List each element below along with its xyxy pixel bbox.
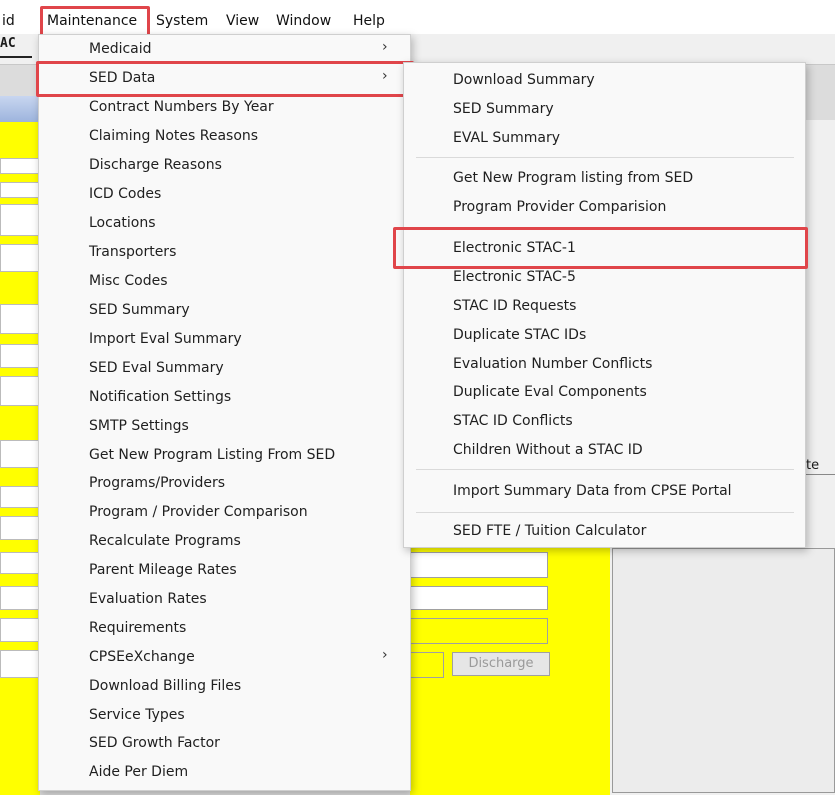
sed-data-menu-item[interactable]: Electronic STAC-1: [453, 235, 576, 261]
form-field[interactable]: [0, 158, 40, 174]
grid-column-header: te: [806, 458, 820, 473]
maintenance-menu-item[interactable]: Claiming Notes Reasons: [89, 123, 258, 149]
form-field[interactable]: [410, 618, 548, 644]
chevron-right-icon: ›: [382, 647, 388, 663]
maintenance-menu-item[interactable]: Parent Mileage Rates: [89, 557, 237, 583]
maintenance-menu-item[interactable]: Aide Per Diem: [89, 759, 188, 785]
menu-separator: [416, 157, 794, 158]
form-field[interactable]: [410, 652, 444, 678]
sed-data-menu-item[interactable]: SED FTE / Tuition Calculator: [453, 518, 646, 544]
sed-data-menu-item[interactable]: Import Summary Data from CPSE Portal: [453, 478, 732, 504]
maintenance-menu-item[interactable]: Evaluation Rates: [89, 586, 207, 612]
sed-data-menu-item[interactable]: Evaluation Number Conflicts: [453, 351, 652, 377]
sed-data-menu-item[interactable]: Duplicate STAC IDs: [453, 322, 586, 348]
form-field[interactable]: [0, 344, 40, 368]
sed-data-menu-item[interactable]: Electronic STAC-5: [453, 264, 576, 290]
sed-data-menu-item[interactable]: SED Summary: [453, 96, 554, 122]
maintenance-menu-item[interactable]: Import Eval Summary: [89, 326, 242, 352]
sed-data-menu-item[interactable]: EVAL Summary: [453, 125, 560, 151]
form-field[interactable]: [0, 650, 40, 678]
maintenance-menu-item[interactable]: SED Data: [89, 65, 155, 91]
maintenance-menu-item[interactable]: SED Summary: [89, 297, 190, 323]
sed-data-menu-item[interactable]: STAC ID Conflicts: [453, 408, 573, 434]
menu-separator: [416, 512, 794, 513]
sed-data-menu-item[interactable]: Program Provider Comparision: [453, 194, 666, 220]
form-field[interactable]: [410, 552, 548, 578]
maintenance-menu-item[interactable]: Discharge Reasons: [89, 152, 222, 178]
menu-system[interactable]: System: [156, 10, 208, 32]
maintenance-menu-item[interactable]: Notification Settings: [89, 384, 231, 410]
maintenance-menu-item[interactable]: Requirements: [89, 615, 186, 641]
form-field[interactable]: [0, 586, 40, 610]
sed-data-menu-item[interactable]: STAC ID Requests: [453, 293, 576, 319]
form-header-band: [0, 96, 40, 122]
maintenance-menu-item[interactable]: SMTP Settings: [89, 413, 189, 439]
sed-data-menu-item[interactable]: Download Summary: [453, 67, 595, 93]
menu-id[interactable]: id: [2, 10, 15, 32]
form-field[interactable]: [0, 182, 40, 198]
maintenance-menu-item[interactable]: Medicaid: [89, 36, 152, 62]
maintenance-menu-item[interactable]: Service Types: [89, 702, 185, 728]
maintenance-menu-item[interactable]: Program / Provider Comparison: [89, 499, 308, 525]
maintenance-menu-item[interactable]: Download Billing Files: [89, 673, 241, 699]
form-field[interactable]: [0, 376, 40, 406]
sed-data-menu-item[interactable]: Get New Program listing from SED: [453, 165, 693, 191]
form-field[interactable]: [0, 304, 40, 334]
menu-window[interactable]: Window: [276, 10, 331, 32]
maintenance-menu-item[interactable]: Programs/Providers: [89, 470, 225, 496]
menu-separator: [416, 469, 794, 470]
maintenance-menu-item[interactable]: SED Eval Summary: [89, 355, 224, 381]
maintenance-menu-item[interactable]: Get New Program Listing From SED: [89, 442, 335, 468]
form-field[interactable]: [410, 586, 548, 610]
form-field[interactable]: [0, 440, 40, 468]
maintenance-menu-item[interactable]: Locations: [89, 210, 156, 236]
chevron-right-icon: ›: [382, 39, 388, 55]
discharge-button[interactable]: Discharge: [452, 652, 550, 676]
form-field[interactable]: [0, 552, 40, 574]
toolbar-underline: [0, 56, 32, 58]
form-field[interactable]: [0, 516, 40, 540]
sed-data-menu-item[interactable]: Children Without a STAC ID: [453, 437, 643, 463]
maintenance-menu-item[interactable]: Contract Numbers By Year: [89, 94, 274, 120]
form-field[interactable]: [0, 204, 40, 236]
maintenance-menu-item[interactable]: ICD Codes: [89, 181, 161, 207]
maintenance-menu-item[interactable]: CPSEeXchange: [89, 644, 195, 670]
form-field[interactable]: [0, 618, 40, 642]
menu-view[interactable]: View: [226, 10, 259, 32]
right-subpanel: [612, 548, 835, 793]
maintenance-menu-item[interactable]: Misc Codes: [89, 268, 168, 294]
maintenance-menu-item[interactable]: Transporters: [89, 239, 176, 265]
form-field[interactable]: [0, 486, 40, 508]
toolbar-label: AC: [0, 36, 16, 51]
menu-maintenance[interactable]: Maintenance: [47, 10, 137, 32]
menu-help[interactable]: Help: [353, 10, 385, 32]
sed-data-menu-item[interactable]: Duplicate Eval Components: [453, 379, 647, 405]
maintenance-menu-item[interactable]: Recalculate Programs: [89, 528, 241, 554]
maintenance-menu-item[interactable]: SED Growth Factor: [89, 730, 220, 756]
menu-bar: id Maintenance System View Window Help: [0, 0, 835, 34]
chevron-right-icon: ›: [382, 68, 388, 84]
form-field[interactable]: [0, 244, 40, 272]
